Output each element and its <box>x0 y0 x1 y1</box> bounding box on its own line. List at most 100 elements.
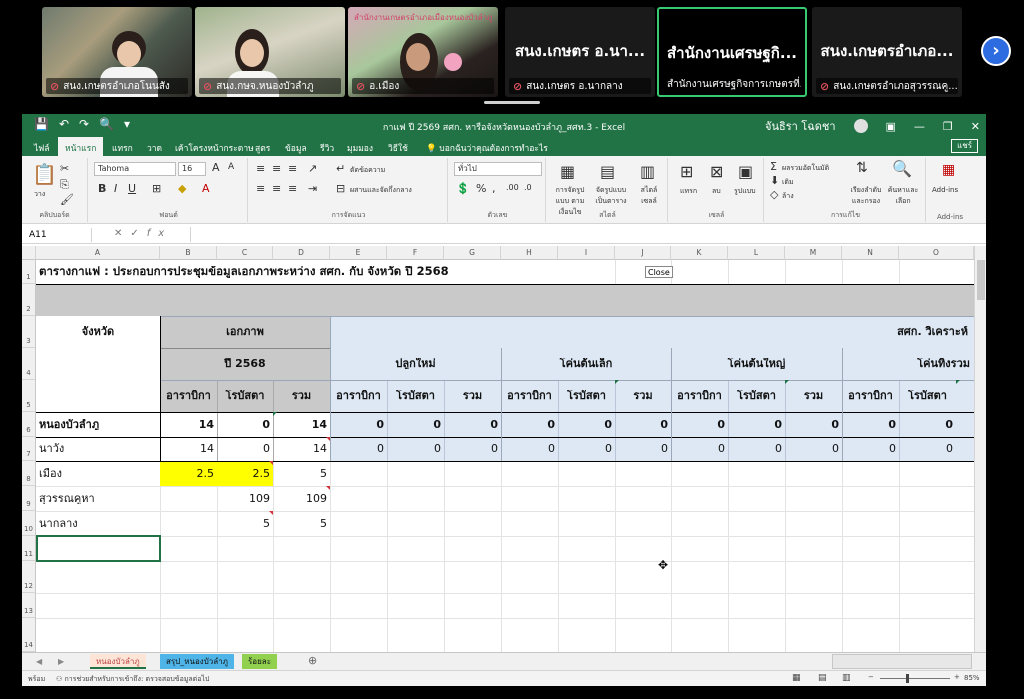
column-header[interactable]: B <box>160 246 217 260</box>
column-header[interactable]: O <box>899 246 974 260</box>
number-format-dropdown[interactable]: ทั่วไป <box>454 162 542 176</box>
tab-home[interactable]: หน้าแรก <box>58 137 104 156</box>
row-header[interactable]: 7 <box>22 437 36 461</box>
wrap-text-icon[interactable]: ↵ <box>336 162 345 175</box>
align-left-icon[interactable]: ≡ <box>256 182 265 195</box>
row-header[interactable]: 11 <box>22 536 36 561</box>
worksheet-grid[interactable]: A B C D E F G H I J K L M N O 1 2 3 4 5 … <box>22 246 986 652</box>
fill-button[interactable]: เติม <box>782 177 794 188</box>
data-cell[interactable]: 0 <box>387 443 441 454</box>
tab-formulas[interactable]: สูตร <box>255 141 270 155</box>
province-name-cell[interactable]: เมือง <box>39 468 62 479</box>
clear-button[interactable]: ล้าง <box>782 191 794 202</box>
data-cell[interactable]: 0 <box>728 419 782 430</box>
sort-filter-button[interactable]: เรียงลำดับ และกรอง <box>848 185 884 207</box>
data-cell[interactable]: 0 <box>899 443 953 454</box>
sheet-tab-summary[interactable]: สรุป_หนองบัวลำภู <box>160 654 234 669</box>
data-cell[interactable]: 0 <box>387 419 441 430</box>
cell-styles-icon[interactable]: ▥ <box>640 162 655 181</box>
participant-tile[interactable]: สนง.เกษตร อ.นา... ⊘ สนง.เกษตร อ.นากลาง <box>505 7 655 97</box>
column-header[interactable]: A <box>36 246 160 260</box>
data-cell[interactable]: 0 <box>785 443 839 454</box>
participant-tile[interactable]: ⊘ สนง.กษจ.หนองบัวลำภู <box>195 7 345 97</box>
format-painter-icon[interactable]: 🖌 <box>60 193 74 206</box>
sub-robusta[interactable]: โรบัสตา <box>558 390 615 401</box>
percent-icon[interactable]: % <box>476 182 486 195</box>
data-cell[interactable]: 0 <box>728 443 782 454</box>
row-header[interactable]: 1 <box>22 260 36 284</box>
error-indicator[interactable] <box>956 380 960 384</box>
column-header[interactable]: K <box>671 246 728 260</box>
data-cell[interactable]: 14 <box>160 443 214 454</box>
clear-icon[interactable]: ◇ <box>770 188 778 201</box>
column-header[interactable]: C <box>217 246 273 260</box>
data-cell[interactable]: 14 <box>273 443 327 454</box>
column-header[interactable]: H <box>501 246 558 260</box>
merge-center-button[interactable]: ผสานและจัดกึ่งกลาง <box>350 185 412 196</box>
data-cell[interactable]: 0 <box>444 419 498 430</box>
sub-total[interactable]: รวม <box>615 390 671 401</box>
data-cell[interactable]: 2.5 <box>217 468 271 479</box>
zoom-level[interactable]: 85% <box>964 674 980 682</box>
autosum-button[interactable]: ผลรวมอัตโนมัติ <box>782 163 829 174</box>
share-button[interactable]: แชร์ <box>951 139 978 153</box>
data-cell[interactable]: 0 <box>842 443 896 454</box>
group-header-small-fell[interactable]: โค่นต้นเล็ก <box>501 358 671 369</box>
row-header[interactable]: 5 <box>22 380 36 412</box>
prev-sheet-icon[interactable]: ◀ <box>30 654 48 669</box>
error-indicator[interactable] <box>785 380 789 384</box>
sub-robusta[interactable]: โรบัสตา <box>899 390 956 401</box>
insert-button[interactable]: แทรก <box>680 186 697 197</box>
group-header-new-planting[interactable]: ปลูกใหม่ <box>330 358 501 369</box>
user-avatar[interactable] <box>853 119 868 133</box>
ekkaphap-header[interactable]: เอกภาพ <box>160 326 330 337</box>
name-box[interactable]: A11 <box>26 228 92 242</box>
data-cell[interactable]: 14 <box>160 419 214 430</box>
row-header[interactable]: 2 <box>22 284 36 316</box>
italic-icon[interactable]: I <box>114 182 117 195</box>
row-header[interactable]: 6 <box>22 412 36 437</box>
column-header[interactable]: G <box>444 246 501 260</box>
select-all-corner[interactable] <box>22 246 36 260</box>
paste-button[interactable]: วาง <box>34 189 45 200</box>
format-cells-icon[interactable]: ▣ <box>738 162 753 181</box>
participant-tile-active-speaker[interactable]: สำนักงานเศรษฐกิ... สำนักงานเศรษฐกิจการเก… <box>657 7 807 97</box>
align-bottom-icon[interactable]: ≡ <box>288 162 297 175</box>
data-cell[interactable]: 0 <box>615 419 668 430</box>
decrease-font-icon[interactable]: A <box>228 162 234 172</box>
sub-robusta[interactable]: โรบัสตา <box>728 390 785 401</box>
sub-arabica[interactable]: อาราบิกา <box>501 390 558 401</box>
tab-review[interactable]: รีวิว <box>320 141 334 155</box>
sub-total[interactable]: รวม <box>273 390 330 401</box>
font-color-icon[interactable]: A <box>202 182 210 195</box>
data-cell[interactable]: 0 <box>558 419 612 430</box>
decrease-decimal-icon[interactable]: .0 <box>524 183 532 192</box>
row-header[interactable]: 3 <box>22 316 36 348</box>
sub-arabica[interactable]: อาราบิกา <box>160 390 217 401</box>
accessibility-status[interactable]: ⚇ การช่วยสำหรับการเข้าถึง: ตรวจสอบข้อมูล… <box>56 674 209 685</box>
sub-robusta[interactable]: โรบัสตา <box>387 390 444 401</box>
find-select-button[interactable]: ค้นหาและ เลือก <box>886 185 920 207</box>
addins-icon[interactable]: ▦ <box>942 162 955 178</box>
sub-total[interactable]: รวม <box>785 390 842 401</box>
province-name-cell[interactable]: นากลาง <box>39 518 78 529</box>
format-button[interactable]: รูปแบบ <box>734 186 756 197</box>
data-cell[interactable]: 5 <box>217 518 270 529</box>
data-cell[interactable]: 5 <box>273 518 327 529</box>
column-header[interactable]: J <box>615 246 671 260</box>
page-break-icon[interactable]: ▥ <box>842 673 851 683</box>
indent-icon[interactable]: ⇥ <box>308 182 317 195</box>
analysis-header[interactable]: สศก. วิเคราะห์ <box>812 326 972 337</box>
minimize-icon[interactable]: — <box>914 120 925 133</box>
cut-icon[interactable]: ✂ <box>60 162 69 175</box>
next-sheet-icon[interactable]: ▶ <box>52 654 70 669</box>
next-participants-button[interactable]: › <box>981 36 1011 66</box>
tab-view[interactable]: มุมมอง <box>347 141 373 155</box>
error-indicator[interactable] <box>615 380 619 384</box>
data-cell[interactable]: 0 <box>785 419 839 430</box>
sub-arabica[interactable]: อาราบิกา <box>842 390 899 401</box>
comma-icon[interactable]: , <box>492 182 496 195</box>
ribbon-display-icon[interactable]: ▣ <box>886 120 896 133</box>
data-cell[interactable]: 0 <box>842 419 896 430</box>
error-indicator[interactable] <box>273 412 277 416</box>
